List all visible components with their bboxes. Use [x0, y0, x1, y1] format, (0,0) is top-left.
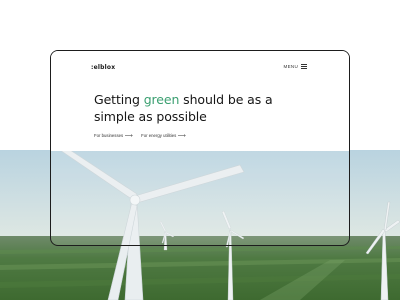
page: :elblox MENU Getting green should be as … [0, 0, 400, 300]
brand-logo[interactable]: :elblox [91, 64, 115, 71]
menu-button[interactable]: MENU [284, 64, 307, 69]
hero-card: :elblox MENU Getting green should be as … [50, 50, 350, 246]
hamburger-icon [301, 64, 307, 69]
headline-accent-word: green [143, 92, 180, 107]
link-label: For businesses [94, 133, 124, 138]
link-label: For energy utilities [141, 133, 177, 138]
menu-label: MENU [283, 64, 298, 69]
headline-text-start: Getting [94, 92, 144, 107]
arrow-right-icon [125, 134, 133, 137]
link-for-energy-utilities[interactable]: For energy utilities [141, 133, 187, 138]
link-for-businesses[interactable]: For businesses [94, 133, 133, 138]
hero-headline: Getting green should be as a simple as p… [94, 91, 314, 125]
audience-links: For businesses For energy utilities [94, 133, 187, 138]
arrow-right-icon [178, 134, 187, 137]
